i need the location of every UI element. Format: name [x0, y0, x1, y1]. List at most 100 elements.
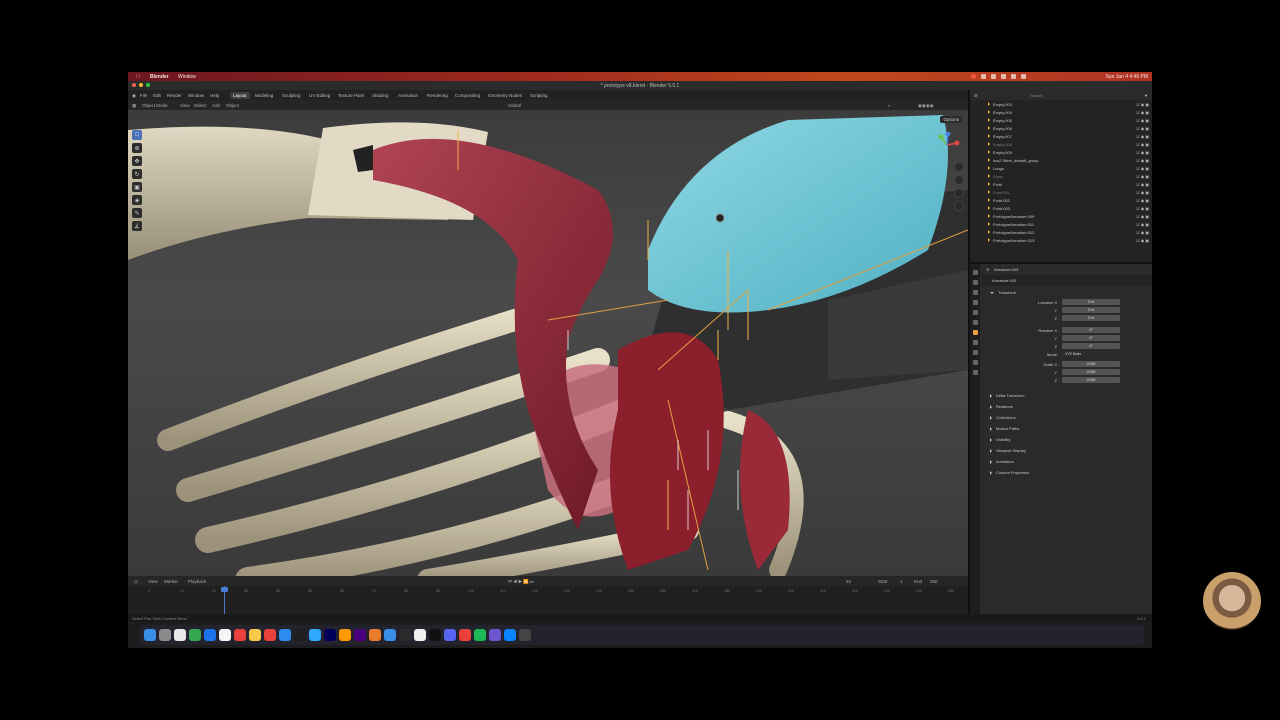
- properties-section[interactable]: Motion Paths: [982, 423, 1152, 434]
- search-icon[interactable]: [1001, 74, 1006, 79]
- dock-app-icon[interactable]: [174, 629, 186, 641]
- tab-modeling[interactable]: Modeling: [255, 93, 273, 98]
- 3d-viewport[interactable]: User Perspective □ ⊕ ✥ ↻ ▣ ◈ ✎ ∡ Options: [128, 110, 968, 576]
- output-tab-icon[interactable]: [972, 290, 978, 295]
- properties-section[interactable]: Animation: [982, 456, 1152, 467]
- visibility-icons[interactable]: ☑◉▣: [1136, 230, 1150, 235]
- rotate-icon[interactable]: ↻: [132, 169, 142, 179]
- visibility-icons[interactable]: ☑◉▣: [1136, 182, 1150, 187]
- navigation-gizmo-icon[interactable]: [934, 132, 960, 158]
- outliner-item[interactable]: Empty.004 ☑◉▣: [970, 108, 1152, 116]
- object-mode-dropdown[interactable]: Object Mode: [142, 103, 168, 108]
- visibility-icons[interactable]: ☑◉▣: [1136, 166, 1150, 171]
- minimize-window-icon[interactable]: [139, 83, 143, 87]
- dock-app-icon[interactable]: [339, 629, 351, 641]
- siri-icon[interactable]: [1021, 74, 1026, 79]
- menubar-clock[interactable]: Sun Jan 4 4:46 PM: [1105, 74, 1148, 80]
- dock-app-icon[interactable]: [369, 629, 381, 641]
- dock-app-icon[interactable]: [474, 629, 486, 641]
- transform-panel-header[interactable]: Transform: [982, 287, 1152, 298]
- visibility-icons[interactable]: ☑◉▣: [1136, 158, 1150, 163]
- location-x-field[interactable]: 0 m: [1062, 299, 1120, 305]
- rotation-y-field[interactable]: 0°: [1062, 335, 1120, 341]
- dock-app-icon[interactable]: [234, 629, 246, 641]
- properties-section[interactable]: Custom Properties: [982, 467, 1152, 478]
- dock-app-icon[interactable]: [489, 629, 501, 641]
- dock-app-icon[interactable]: [249, 629, 261, 641]
- tab-scripting[interactable]: Scripting: [530, 93, 548, 98]
- current-frame-field[interactable]: 22: [846, 579, 851, 584]
- visibility-icons[interactable]: ☑◉▣: [1136, 134, 1150, 139]
- timeline-menu-marker[interactable]: Marker: [164, 579, 178, 584]
- object-name-field[interactable]: Armature.003: [982, 275, 1152, 286]
- transform-orientation-dropdown[interactable]: Global: [508, 103, 521, 108]
- dock-app-icon[interactable]: [204, 629, 216, 641]
- playback-controls[interactable]: ⏮◀▶⏩⏭: [508, 579, 535, 585]
- filter-icon[interactable]: ▼: [1144, 93, 1148, 98]
- tab-rendering[interactable]: Rendering: [427, 93, 448, 98]
- shading-modes-icon[interactable]: ◉◉◉◉: [918, 103, 934, 109]
- transform-icon[interactable]: ◈: [132, 195, 142, 205]
- properties-section[interactable]: Relations: [982, 401, 1152, 412]
- menu-file[interactable]: File: [140, 93, 147, 98]
- visibility-icons[interactable]: ☑◉▣: [1136, 150, 1150, 155]
- timeline-track[interactable]: 0 10 20 30 40 50 60 70 80 90 100 110 120 130 140 150 160…: [128, 586, 968, 614]
- world-tab-icon[interactable]: [972, 320, 978, 325]
- outliner-item[interactable]: Point ☑◉▣: [970, 180, 1152, 188]
- location-y-field[interactable]: 0 m: [1062, 307, 1120, 313]
- close-window-icon[interactable]: [132, 83, 136, 87]
- visibility-icons[interactable]: ☑◉▣: [1136, 206, 1150, 211]
- visibility-icons[interactable]: ☑◉▣: [1136, 190, 1150, 195]
- visibility-icons[interactable]: ☑◉▣: [1136, 214, 1150, 219]
- dock-app-icon[interactable]: [264, 629, 276, 641]
- dock-app-icon[interactable]: [444, 629, 456, 641]
- outliner-item[interactable]: Point.003 ☑◉▣: [970, 204, 1152, 212]
- timeline-editor-icon[interactable]: ◷: [134, 579, 138, 585]
- physics-tab-icon[interactable]: [972, 350, 978, 355]
- options-dropdown[interactable]: Options: [940, 116, 962, 123]
- visibility-icons[interactable]: ☑◉▣: [1136, 110, 1150, 115]
- timeline-menu-view[interactable]: View: [148, 579, 158, 584]
- outliner-item[interactable]: PrototypeArmature.009 ☑◉▣: [970, 212, 1152, 220]
- outliner-item[interactable]: Empty.003 ☑◉▣: [970, 100, 1152, 108]
- data-tab-icon[interactable]: [972, 370, 978, 375]
- constraints-tab-icon[interactable]: [972, 360, 978, 365]
- move-icon[interactable]: ✥: [132, 156, 142, 166]
- rotation-mode-dropdown[interactable]: XYZ Euler: [1062, 351, 1123, 357]
- tab-uv-editing[interactable]: UV Editing: [309, 93, 330, 98]
- visibility-icons[interactable]: ☑◉▣: [1136, 142, 1150, 147]
- outliner-item[interactable]: low2.Sterb_default_group ☑◉▣: [970, 156, 1152, 164]
- control-center-icon[interactable]: [1011, 74, 1016, 79]
- wifi-icon[interactable]: [981, 74, 986, 79]
- modifier-tab-icon[interactable]: [972, 340, 978, 345]
- scale-icon[interactable]: ▣: [132, 182, 142, 192]
- outliner-item[interactable]: Glass ☑◉▣: [970, 172, 1152, 180]
- dock-app-icon[interactable]: [519, 629, 531, 641]
- annotate-icon[interactable]: ✎: [132, 208, 142, 218]
- menubar-app-name[interactable]: Blender: [150, 74, 169, 80]
- overlays-icon[interactable]: ◐: [888, 103, 891, 108]
- blender-logo-icon[interactable]: ◉: [132, 93, 136, 99]
- end-frame-field[interactable]: 250: [930, 579, 938, 584]
- tab-layout[interactable]: Layout: [230, 91, 250, 99]
- dock-app-icon[interactable]: [504, 629, 516, 641]
- visibility-icons[interactable]: ☑◉▣: [1136, 118, 1150, 123]
- dock-app-icon[interactable]: [309, 629, 321, 641]
- tab-sculpting[interactable]: Sculpting: [282, 93, 301, 98]
- view-layer-tab-icon[interactable]: [972, 300, 978, 305]
- tab-shading[interactable]: Shading: [372, 93, 389, 98]
- menu-window[interactable]: Window: [188, 93, 204, 98]
- tab-compositing[interactable]: Compositing: [455, 93, 480, 98]
- viewport-menu-select[interactable]: Select: [194, 103, 207, 108]
- visibility-icons[interactable]: ☑◉▣: [1136, 174, 1150, 179]
- outliner-editor-icon[interactable]: ☰: [974, 93, 978, 98]
- visibility-icons[interactable]: ☑◉▣: [1136, 198, 1150, 203]
- dock-app-icon[interactable]: [219, 629, 231, 641]
- visibility-icons[interactable]: ☑◉▣: [1136, 102, 1150, 107]
- properties-section[interactable]: Collections: [982, 412, 1152, 423]
- outliner-item[interactable]: PrototypeArmature.011 ☑◉▣: [970, 220, 1152, 228]
- outliner-search[interactable]: Search: [1030, 93, 1043, 98]
- dock-app-icon[interactable]: [294, 629, 306, 641]
- visibility-icons[interactable]: ☑◉▣: [1136, 222, 1150, 227]
- outliner-item[interactable]: PrototypeArmature.012 ☑◉▣: [970, 228, 1152, 236]
